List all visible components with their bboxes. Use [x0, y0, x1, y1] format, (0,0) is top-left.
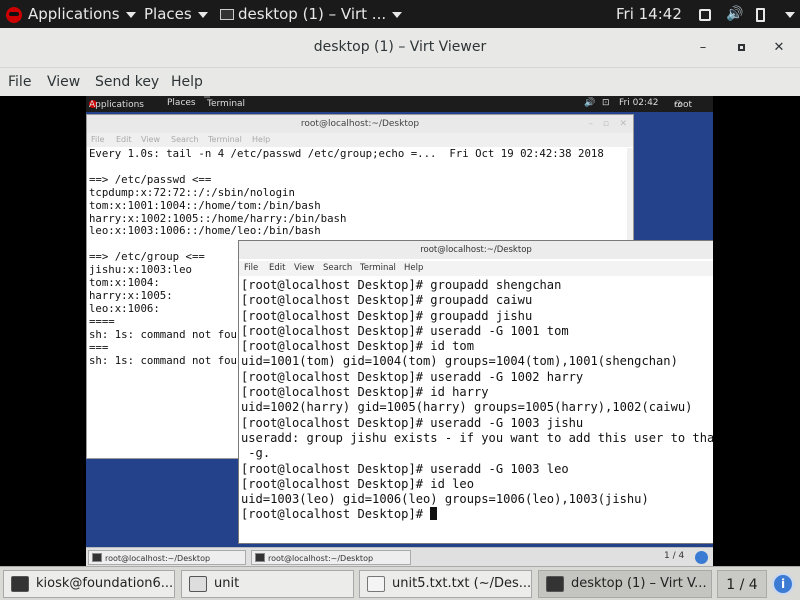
task-label: unit5.txt.txt (~/Des... [392, 576, 532, 591]
applications-menu[interactable]: Applications [6, 0, 136, 28]
guest-terminal-label: Terminal [207, 99, 246, 109]
task-label: kiosk@foundation6... [36, 576, 174, 591]
guest-display[interactable]: Applications Places Terminal 🔊 ⊡ Fri 02:… [86, 96, 713, 566]
menu-file[interactable]: File [244, 263, 258, 273]
menu-view[interactable]: View [294, 263, 314, 273]
task-editor-unit5[interactable]: unit5.txt.txt (~/Des... [359, 570, 532, 598]
menu-edit[interactable]: Edit [116, 135, 132, 144]
chevron-down-icon [125, 11, 136, 18]
task-label: root@localhost:~/Desktop [268, 554, 374, 563]
viewer-titlebar: desktop (1) – Virt Viewer – ✕ [0, 28, 800, 68]
menu-terminal[interactable]: Terminal [360, 263, 396, 273]
menu-search[interactable]: Search [323, 263, 352, 273]
guest-user-label: root [674, 100, 693, 110]
workspace-switcher-icon[interactable]: i [772, 573, 794, 595]
task-virt-viewer[interactable]: desktop (1) – Virt V... [538, 570, 712, 598]
redhat-icon [6, 6, 22, 23]
guest-applications-label: Applications [89, 100, 144, 110]
terminal-titlebar: root@localhost:~/Desktop [239, 241, 713, 259]
monitor-icon [220, 9, 234, 20]
menu-send-key[interactable]: Send key [95, 74, 159, 90]
menu-help[interactable]: Help [404, 263, 423, 273]
terminal-menubar: File Edit View Search Terminal Help [87, 133, 633, 147]
applications-label: Applications [28, 5, 120, 23]
window-title: desktop (1) – Virt Viewer [313, 39, 487, 55]
menu-help[interactable]: Help [171, 74, 203, 90]
guest-task-terminal-1[interactable]: root@localhost:~/Desktop [88, 550, 246, 565]
menu-search[interactable]: Search [171, 135, 198, 144]
guest-task-terminal-2[interactable]: root@localhost:~/Desktop [251, 550, 411, 565]
chevron-down-icon [392, 11, 403, 18]
menu-view[interactable]: View [141, 135, 160, 144]
host-top-panel: Applications Places desktop (1) – Virt .… [0, 0, 800, 28]
terminal-output[interactable]: [root@localhost Desktop]# groupadd sheng… [241, 278, 713, 523]
chevron-down-icon [197, 11, 208, 18]
guest-network-icon[interactable]: ⊡ [602, 98, 610, 108]
workspace-indicator[interactable]: 1 / 4 [717, 570, 767, 598]
guest-clock[interactable]: Fri 02:42 [619, 98, 659, 108]
host-taskbar: kiosk@foundation6... unit unit5.txt.txt … [0, 566, 800, 600]
guest-top-panel: Applications Places Terminal 🔊 ⊡ Fri 02:… [86, 96, 713, 112]
terminal-icon [255, 553, 265, 562]
active-window-label: desktop (1) – Virt ... [238, 5, 387, 23]
guest-workspace-indicator[interactable]: 1 / 4 [664, 551, 684, 561]
menu-view[interactable]: View [47, 74, 80, 90]
menu-file[interactable]: File [8, 74, 31, 90]
maximize-button[interactable]: ▫ [603, 115, 609, 133]
terminal-menubar: File Edit View Search Terminal Help [239, 261, 713, 276]
volume-icon[interactable]: 🔊 [726, 0, 743, 28]
minimize-button[interactable]: – [589, 115, 594, 133]
close-button[interactable]: ✕ [769, 38, 789, 58]
terminal-icon [92, 553, 102, 562]
places-menu[interactable]: Places [144, 0, 208, 28]
task-label: root@localhost:~/Desktop [105, 554, 211, 563]
window-icon[interactable] [699, 0, 711, 28]
viewer-menubar: File View Send key Help [0, 68, 800, 96]
menu-help[interactable]: Help [252, 135, 270, 144]
terminal-window-active[interactable]: root@localhost:~/Desktop File Edit View … [238, 240, 713, 544]
menu-terminal[interactable]: Terminal [208, 135, 242, 144]
menu-file[interactable]: File [91, 135, 104, 144]
guest-taskbar: root@localhost:~/Desktop root@localhost:… [86, 547, 713, 566]
active-window-menu[interactable]: desktop (1) – Virt ... [220, 0, 403, 28]
file-manager-icon [189, 576, 207, 592]
task-files-unit[interactable]: unit [181, 570, 354, 598]
clock[interactable]: Fri 14:42 [616, 0, 682, 28]
task-terminal-kiosk[interactable]: kiosk@foundation6... [3, 570, 175, 598]
terminal-title: root@localhost:~/Desktop [300, 119, 420, 129]
text-cursor [430, 507, 438, 521]
places-label: Places [144, 5, 192, 23]
maximize-button[interactable] [731, 38, 751, 58]
chevron-down-icon [785, 11, 795, 18]
close-button[interactable]: ✕ [619, 115, 627, 133]
guest-volume-icon[interactable]: 🔊 [584, 98, 595, 108]
minimize-button[interactable]: – [693, 38, 713, 58]
guest-places-menu[interactable]: Places [167, 98, 196, 108]
task-label: desktop (1) – Virt V... [571, 576, 707, 591]
battery-icon[interactable] [756, 0, 765, 28]
terminal-title: root@localhost:~/Desktop [420, 245, 532, 255]
text-editor-icon [367, 576, 385, 592]
monitor-icon [546, 576, 564, 592]
task-label: unit [214, 576, 240, 591]
terminal-text: [root@localhost Desktop]# groupadd sheng… [241, 278, 713, 522]
guest-terminal-button[interactable]: Terminal [204, 96, 245, 109]
terminal-titlebar: root@localhost:~/Desktop – ▫ ✕ [87, 115, 633, 133]
guest-workspace-icon[interactable] [695, 551, 708, 564]
power-menu[interactable] [779, 0, 795, 28]
menu-edit[interactable]: Edit [269, 263, 285, 273]
terminal-icon [11, 576, 29, 592]
